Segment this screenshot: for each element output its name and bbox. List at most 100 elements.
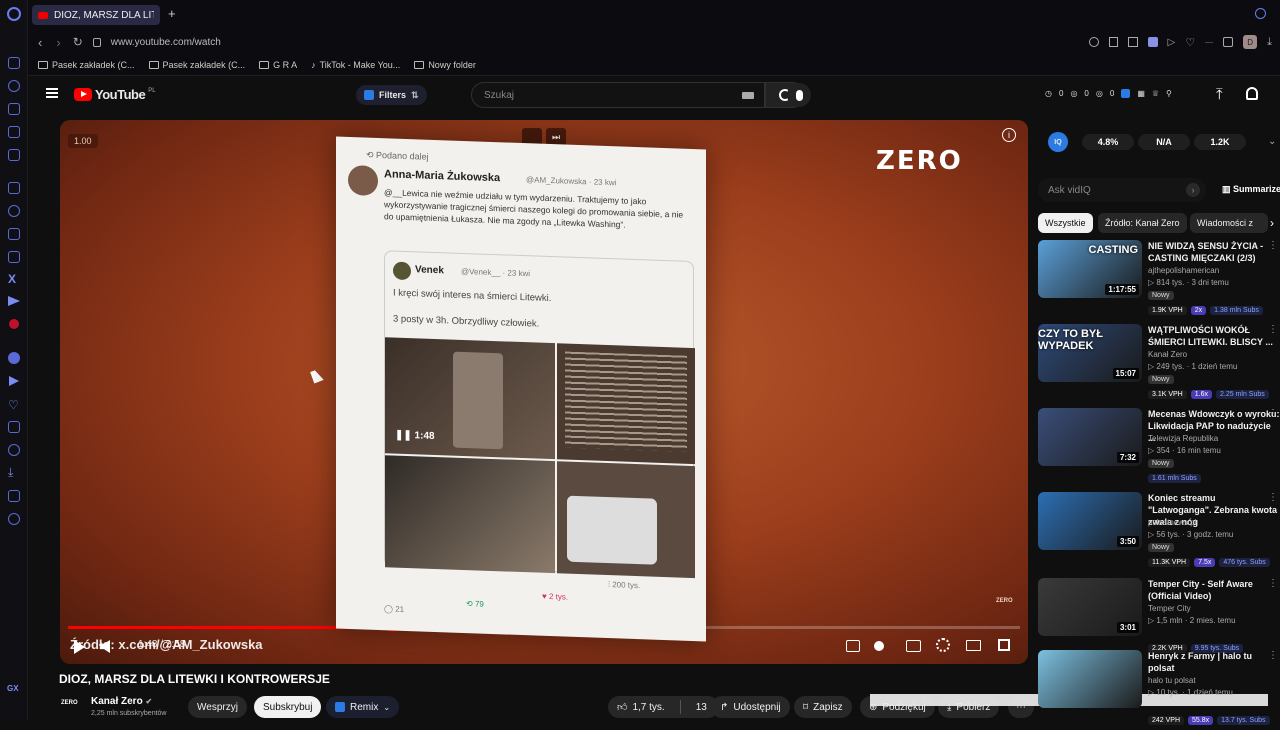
more-options-icon[interactable]: ⋮: [1268, 578, 1278, 589]
chevron-down-icon[interactable]: ⌄: [1268, 136, 1276, 147]
downloads-icon[interactable]: ⤓: [1267, 36, 1272, 49]
video-thumbnail[interactable]: CZY TO BYŁ WYPADEK 15:07: [1038, 324, 1142, 382]
messenger-icon[interactable]: [8, 205, 20, 217]
summarize-button[interactable]: ▥ Summarize: [1222, 184, 1280, 195]
idea-icon[interactable]: ⚲: [1166, 89, 1172, 98]
vidiq-logo-icon[interactable]: IQ: [1048, 132, 1068, 152]
remix-button[interactable]: Remix ⌄: [326, 696, 400, 718]
search-input[interactable]: Szukaj: [471, 82, 765, 108]
recommendation-title[interactable]: WĄTPLIWOŚCI WOKÓŁ ŚMIERCI LITEWKI. BLISC…: [1148, 324, 1280, 348]
forward-icon[interactable]: ›: [56, 35, 60, 50]
reload-icon[interactable]: ↻: [73, 35, 83, 49]
opera-logo-icon[interactable]: [7, 7, 21, 21]
recommendation-channel[interactable]: Kanał Zero: [1148, 350, 1187, 359]
pin-icon[interactable]: [1108, 37, 1118, 47]
recommendation-channel[interactable]: Telewizja Republika: [1148, 434, 1218, 443]
youtube-logo[interactable]: YouTube PL: [74, 87, 156, 102]
telegram-icon[interactable]: [8, 296, 20, 306]
chip-source[interactable]: Źródło: Kanał Zero: [1098, 213, 1187, 233]
fullscreen-icon[interactable]: [998, 639, 1010, 651]
twitch-icon[interactable]: [8, 182, 20, 194]
url-field[interactable]: www.youtube.com/watch: [111, 37, 221, 48]
music-player-icon[interactable]: [8, 352, 20, 364]
recommendation-item[interactable]: 7:32 Mecenas Wdowczyk o wyroku: Likwidacj…: [1038, 408, 1280, 488]
recommendation-title[interactable]: NIE WIDZĄ SENSU ŻYCIA - CASTING MIĘCZAKI…: [1148, 240, 1280, 264]
wallet-icon[interactable]: [8, 421, 20, 433]
keyboard-icon[interactable]: [742, 91, 754, 99]
extensions-icon[interactable]: [8, 490, 20, 502]
vidiq-icon[interactable]: [1121, 89, 1131, 98]
notifications-icon[interactable]: [1246, 87, 1258, 100]
profile-avatar[interactable]: D: [1243, 35, 1258, 49]
more-options-icon[interactable]: ⋮: [1268, 240, 1278, 251]
menu-icon[interactable]: [46, 88, 58, 98]
sidebar-history-icon[interactable]: [8, 80, 20, 92]
support-button[interactable]: Wesprzyj: [188, 696, 247, 718]
video-thumbnail[interactable]: CASTING 1:17:55: [1038, 240, 1142, 298]
sidebar-app-icon[interactable]: [8, 57, 20, 69]
trophy-icon[interactable]: ♕: [1152, 89, 1159, 98]
search-tabs-icon[interactable]: [1255, 8, 1266, 19]
more-options-icon[interactable]: ⋮: [1268, 324, 1278, 335]
grid-icon[interactable]: ▦: [1137, 89, 1145, 98]
discord-icon[interactable]: [8, 228, 20, 240]
bookmark-folder[interactable]: Pasek zakładek (C...: [148, 60, 245, 70]
video-thumbnail[interactable]: 3:01: [1038, 578, 1142, 636]
recommendation-channel[interactable]: Temper City: [1148, 604, 1191, 613]
sidebar-app-icon[interactable]: [8, 149, 20, 161]
heart-icon[interactable]: ♡: [8, 398, 19, 412]
recommendation-channel[interactable]: halo tu polsat: [1148, 676, 1196, 685]
play-icon[interactable]: ▷: [1168, 37, 1176, 48]
subtitles-icon[interactable]: [906, 640, 921, 652]
subscribe-button[interactable]: Subskrybuj: [254, 696, 322, 718]
video-thumbnail[interactable]: 3:50: [1038, 492, 1142, 550]
instagram-icon[interactable]: [8, 251, 20, 263]
recommendation-item[interactable]: 3:50 Koniec streamu "Latwoganga". Zebrana…: [1038, 492, 1280, 572]
chip-news[interactable]: Wiadomości z: [1190, 213, 1268, 233]
bookmark-folder[interactable]: Nowy folder: [414, 60, 476, 70]
settings-icon[interactable]: [936, 638, 950, 652]
zoom-icon[interactable]: [1088, 37, 1099, 47]
bookmark-folder[interactable]: Pasek zakładek (C...: [38, 60, 135, 70]
voice-search-button[interactable]: [787, 83, 811, 107]
recommendation-channel[interactable]: polsatnews.pl: [1148, 518, 1196, 527]
filters-button[interactable]: Filters ⇅: [356, 85, 427, 105]
share-button[interactable]: ↱ Udostępnij: [711, 696, 790, 718]
bookmark-folder[interactable]: G R A: [259, 60, 297, 70]
new-tab-button[interactable]: +: [168, 6, 176, 21]
shield-icon[interactable]: [1147, 37, 1158, 47]
recommendation-title[interactable]: Henryk z Farmy | halo tu polsat: [1148, 650, 1280, 674]
sidebar-app-icon[interactable]: [8, 103, 20, 115]
recommendation-item[interactable]: CZY TO BYŁ WYPADEK 15:07 WĄTPLIWOŚCI WOKÓŁ…: [1038, 324, 1280, 404]
snapshot-icon[interactable]: [1127, 37, 1138, 47]
recommendation-item[interactable]: Henryk z Farmy | halo tu polsat halo tu p…: [1038, 650, 1280, 730]
x-icon[interactable]: X: [8, 272, 16, 286]
settings-icon[interactable]: [8, 513, 20, 525]
recommendation-channel[interactable]: ajthepolishamerican: [1148, 266, 1219, 275]
video-thumbnail[interactable]: [1038, 650, 1142, 708]
back-icon[interactable]: ‹: [38, 35, 42, 50]
sidebar-app-icon[interactable]: [8, 126, 20, 138]
gx-icon[interactable]: GX: [7, 684, 19, 693]
autoplay-toggle-icon[interactable]: [874, 641, 884, 651]
vidiq-player-icon[interactable]: [846, 640, 860, 652]
video-player[interactable]: 1.00 ⏭ ZERO i ZERO 1:48 / 2:58 Źródło: x…: [60, 120, 1028, 664]
extensions-icon[interactable]: [1223, 37, 1234, 47]
recommendation-title[interactable]: Temper City - Self Aware (Official Video…: [1148, 578, 1280, 602]
clock-icon[interactable]: [8, 444, 20, 456]
ask-vidiq-input[interactable]: Ask vidIQ ›: [1038, 178, 1206, 202]
bookmark-tiktok[interactable]: ♪ TikTok - Make You...: [311, 60, 400, 70]
theater-mode-icon[interactable]: [966, 640, 981, 651]
chevron-right-icon[interactable]: ›: [1270, 216, 1274, 230]
channel-avatar[interactable]: ZERO: [61, 700, 78, 706]
recommendation-item[interactable]: CASTING 1:17:55 NIE WIDZĄ SENSU ŻYCIA - CA…: [1038, 240, 1280, 320]
more-options-icon[interactable]: ⋮: [1268, 650, 1278, 661]
more-options-icon[interactable]: ⋮: [1268, 408, 1278, 419]
heart-icon[interactable]: ♡: [1185, 36, 1195, 49]
more-options-icon[interactable]: ⋮: [1268, 492, 1278, 503]
chip-all[interactable]: Wszystkie: [1038, 213, 1093, 233]
send-icon[interactable]: [9, 376, 19, 386]
upload-icon[interactable]: ⤒: [1216, 86, 1223, 103]
save-button[interactable]: ⌑ Zapisz: [794, 696, 852, 718]
recommendation-item[interactable]: 3:01 Temper City - Self Aware (Official V…: [1038, 578, 1280, 658]
